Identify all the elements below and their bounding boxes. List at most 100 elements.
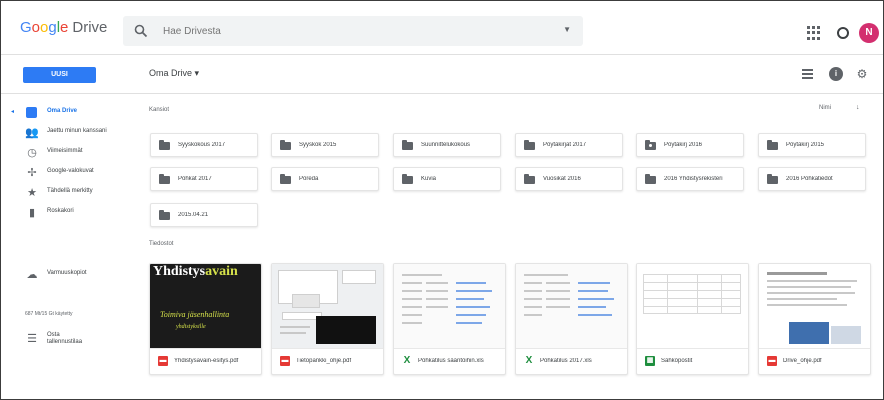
file-name: Pöhkatilus sääntöihin.xls — [418, 358, 484, 364]
folder-icon — [280, 140, 291, 150]
folder-icon — [524, 174, 535, 184]
buy-storage-label-line1: Osta — [47, 332, 60, 338]
header-divider — [1, 93, 883, 94]
file-card[interactable]: ▦ Sähköpostit — [636, 263, 749, 375]
folder-icon — [159, 210, 170, 220]
folder-name: Vuosikat 2016 — [543, 176, 581, 182]
file-name: Pöhkatilus 2017.xls — [540, 358, 592, 364]
search-bar[interactable]: ▼ — [123, 16, 583, 46]
folder-name: Kuvia — [421, 176, 437, 182]
sidebar-item-trash[interactable]: ▮ Roskakori — [1, 205, 139, 221]
list-view-icon[interactable] — [801, 67, 815, 81]
folder-card[interactable]: Pöreda — [271, 167, 379, 191]
sidebar-item-recent[interactable]: ◷ Viimeisimmät — [1, 145, 139, 161]
buy-storage-link[interactable]: ☰ Osta tallennustilaa — [1, 331, 139, 347]
folder-card[interactable]: Pöytäkirj 2015 — [758, 133, 866, 157]
search-input[interactable] — [163, 22, 543, 40]
star-icon: ★ — [27, 187, 37, 199]
folder-card[interactable]: Kuvia — [393, 167, 501, 191]
folder-icon — [159, 140, 170, 150]
sheets-icon: ▦ — [645, 356, 655, 366]
folder-name: Pöytäkirjat 2017 — [543, 142, 587, 148]
drive-icon — [26, 107, 37, 118]
file-card[interactable]: X Pöhkatilus 2017.xls — [515, 263, 628, 375]
cloud-icon: ☁ — [26, 269, 38, 281]
folder-name: Pöytäkirj 2015 — [786, 142, 825, 148]
folder-card[interactable]: 2015.04.21 — [150, 203, 258, 227]
drive-window: GoogleDrive ▼ N UUSI Oma Drive ▾ i ⚙ ◂ O… — [0, 0, 884, 400]
sidebar-item-shared[interactable]: 👥 Jaettu minun kanssani — [1, 125, 139, 141]
apps-grid-icon[interactable] — [807, 26, 821, 40]
sidebar-item-label: Google-valokuvat — [47, 168, 94, 174]
folder-icon — [524, 140, 535, 150]
file-name: Drive_ohje.pdf — [783, 358, 822, 364]
folder-name: Suunnittelukokous — [421, 142, 471, 148]
buy-storage-label-line2: tallennustilaa — [47, 339, 83, 345]
folder-name: Syyskokous 2017 — [178, 142, 226, 148]
folder-card[interactable]: Pöhkat 2017 — [150, 167, 258, 191]
sidebar-item-label: Varmuuskopiot — [47, 270, 87, 276]
folder-card[interactable]: Pöytäkirjat 2017 — [515, 133, 623, 157]
folder-icon — [767, 140, 778, 150]
folder-icon — [645, 174, 656, 184]
sidebar-item-label: Tähdellä merkitty — [47, 188, 93, 194]
folder-card[interactable]: 2016 Yhdistysrekisteri — [636, 167, 744, 191]
sidebar-item-label: Jaettu minun kanssani — [47, 128, 107, 134]
storage-usage-text: 687 Mt/15 Gt käytetty — [25, 311, 73, 317]
folders-section-label: Kansiot — [149, 107, 170, 113]
folder-icon — [159, 174, 170, 184]
file-thumbnail — [516, 264, 627, 349]
file-card[interactable]: Yhdistysavain Toimiva jäsenhallinta yhdi… — [149, 263, 262, 375]
folder-name: Pöhkat 2017 — [178, 176, 212, 182]
breadcrumb[interactable]: Oma Drive ▾ — [149, 68, 199, 79]
folder-icon — [402, 140, 413, 150]
file-card[interactable]: ▬ Drive_ohje.pdf — [758, 263, 871, 375]
top-bar: GoogleDrive ▼ N — [1, 1, 883, 55]
expand-caret-icon[interactable]: ◂ — [11, 108, 14, 115]
sidebar-item-my-drive[interactable]: ◂ Oma Drive — [1, 105, 139, 121]
folder-name: 2015.04.21 — [178, 212, 209, 218]
folder-card[interactable]: Syyskokous 2017 — [150, 133, 258, 157]
pinwheel-icon: ✢ — [27, 167, 37, 179]
pdf-icon: ▬ — [767, 356, 777, 366]
excel-icon: X — [525, 355, 533, 366]
info-icon[interactable]: i — [829, 67, 843, 81]
folder-card[interactable]: Pöytäkirj 2016 — [636, 133, 744, 157]
sidebar-item-backups[interactable]: ☁ Varmuuskopiot — [1, 267, 139, 283]
shared-folder-icon — [645, 140, 656, 150]
excel-icon: X — [403, 355, 411, 366]
folder-card[interactable]: 2016 Pöhkatiedot — [758, 167, 866, 191]
file-thumbnail — [637, 264, 748, 349]
search-options-icon[interactable]: ▼ — [563, 25, 571, 34]
sidebar-item-label: Roskakori — [47, 208, 74, 214]
folder-name: Syyskok 2015 — [299, 142, 337, 148]
new-button[interactable]: UUSI — [23, 67, 96, 83]
pdf-icon: ▬ — [280, 356, 290, 366]
folder-card[interactable]: Vuosikat 2016 — [515, 167, 623, 191]
google-drive-logo[interactable]: Google Drive — [20, 18, 107, 38]
sidebar-item-label: Oma Drive — [47, 108, 78, 114]
poster-subtitle: Toimiva jäsenhallinta — [160, 310, 230, 319]
folder-name: Pöytäkirj 2016 — [664, 142, 703, 148]
folder-card[interactable]: Syyskok 2015 — [271, 133, 379, 157]
search-icon — [134, 24, 148, 38]
file-name: Tietopankki_ohje.pdf — [296, 358, 352, 364]
gear-icon[interactable]: ⚙ — [855, 67, 869, 81]
sidebar-item-starred[interactable]: ★ Tähdellä merkitty — [1, 185, 139, 201]
pdf-icon: ▬ — [158, 356, 168, 366]
poster-subtitle-2: yhdistyksille — [176, 324, 206, 330]
poster-title: Yhdistysavain — [153, 264, 238, 279]
notifications-icon[interactable] — [837, 27, 849, 39]
file-thumbnail — [394, 264, 505, 349]
sort-direction-icon[interactable]: ↓ — [856, 104, 860, 111]
file-card[interactable]: X Pöhkatilus sääntöihin.xls — [393, 263, 506, 375]
folder-icon — [280, 174, 291, 184]
file-card[interactable]: ▬ Tietopankki_ohje.pdf — [271, 263, 384, 375]
folder-card[interactable]: Suunnittelukokous — [393, 133, 501, 157]
avatar[interactable]: N — [859, 23, 879, 43]
storage-icon: ☰ — [27, 333, 37, 345]
people-icon: 👥 — [25, 127, 39, 139]
sidebar-item-photos[interactable]: ✢ Google-valokuvat — [1, 165, 139, 181]
folder-icon — [402, 174, 413, 184]
sort-by-name[interactable]: Nimi — [819, 105, 831, 111]
